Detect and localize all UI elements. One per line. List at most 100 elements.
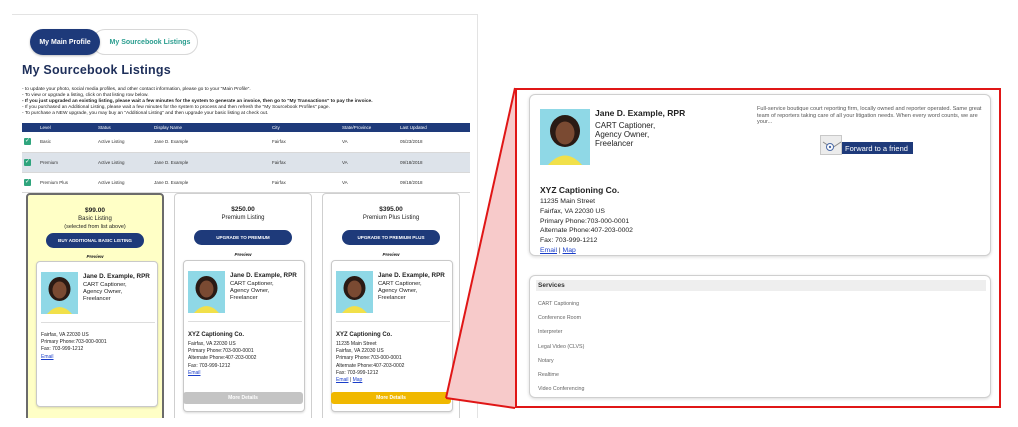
- instruction-line: - To purchase a NEW upgrade, you may buy…: [22, 111, 269, 116]
- upgrade-to-premium-button[interactable]: UPGRADE TO PREMIUM: [194, 230, 292, 245]
- card-basic-listing: $99.00 Basic Listing (selected from list…: [26, 193, 164, 418]
- card-tier: Premium Plus Listing: [362, 215, 420, 221]
- services-panel: Services CART Captioning Conference Room…: [529, 275, 991, 398]
- cell-last-updated: 09/18/2018: [398, 172, 470, 193]
- list-item: Realtime: [538, 372, 559, 379]
- cell-status: Active Listing: [96, 132, 152, 153]
- table-header-row: Level Status Display Name City State/Pro…: [22, 123, 470, 132]
- cell-last-updated: 05/23/2018: [398, 132, 470, 153]
- forward-to-friend-button[interactable]: Forward to a friend: [820, 133, 913, 155]
- contact-line: Fax: 703-999-1212: [41, 346, 84, 353]
- zoom-company: XYZ Captioning Co.: [540, 185, 620, 195]
- card-tier: Premium Listing: [221, 215, 265, 221]
- cell-state: VA: [340, 152, 398, 173]
- tab-main-profile[interactable]: My Main Profile: [30, 29, 100, 55]
- services-list: CART Captioning Conference Room Interpre…: [538, 297, 584, 396]
- map-link[interactable]: Map: [353, 377, 363, 383]
- profile-photo: [540, 109, 590, 165]
- preview-contact: Fairfax, VA 22030 US Primary Phone:703-0…: [188, 341, 256, 377]
- more-details-button[interactable]: More Details: [331, 392, 451, 404]
- tab-sourcebook-listings[interactable]: My Sourcebook Listings: [92, 29, 198, 55]
- contact-line: Primary Phone:703-000-0001: [188, 348, 254, 355]
- list-item: CART Captioning: [538, 301, 580, 307]
- cell-level: Basic: [38, 132, 96, 153]
- upgrade-to-premium-plus-button[interactable]: UPGRADE TO PREMIUM PLUS: [342, 230, 440, 245]
- cell-display-name: Jane D. Example: [152, 172, 270, 193]
- preview-name: Jane D. Example, RPR: [83, 273, 150, 280]
- card-premium-plus-listing: $395.00 Premium Plus Listing UPGRADE TO …: [322, 193, 460, 418]
- contact-line: Alternate Phone:407-203-0002: [336, 362, 405, 369]
- preview-contact: Fairfax, VA 22030 US Primary Phone:703-0…: [41, 332, 107, 361]
- forward-label: Forward to a friend: [840, 142, 913, 154]
- contact-line: Primary Phone:703-000-0001: [540, 217, 630, 225]
- preview-card: Jane D. Example, RPR CART Captioner, Age…: [36, 261, 158, 407]
- link-separator: |: [558, 246, 561, 254]
- list-item: Legal Video (CLVS): [538, 343, 585, 350]
- map-link[interactable]: Map: [563, 247, 576, 254]
- preview-label: Preview: [86, 254, 104, 259]
- contact-line: 11235 Main Street: [540, 198, 596, 205]
- preview-card: Jane D. Example, RPR CART Captioner, Age…: [183, 260, 305, 412]
- title-line: Freelancer: [595, 139, 634, 148]
- check-icon: ✓: [24, 178, 31, 186]
- contact-line: Alternate Phone:407-203-0002: [188, 355, 257, 362]
- contact-line: Fairfax, VA 22030 US: [540, 207, 605, 215]
- cell-city: Fairfax: [270, 132, 340, 153]
- zoom-titles: CART Captioner, Agency Owner, Freelancer: [595, 121, 655, 148]
- col-header-display-name: Display Name: [152, 123, 270, 132]
- table-row[interactable]: ✓ Basic Active Listing Jane D. Example F…: [22, 132, 470, 153]
- table-row[interactable]: ✓ Premium Active Listing Jane D. Example…: [22, 152, 470, 173]
- contact-line: Fairfax, VA 22030 US: [336, 348, 384, 355]
- cell-status: Active Listing: [96, 152, 152, 173]
- cell-state: VA: [340, 172, 398, 193]
- cell-status: Active Listing: [96, 172, 152, 193]
- preview-titles: CART Captioner, Agency Owner, Freelancer: [378, 281, 422, 302]
- cell-level: Premium Plus: [38, 172, 96, 193]
- instructions: - to update your photo, social media pro…: [22, 87, 472, 117]
- zoom-name: Jane D. Example, RPR: [595, 108, 686, 118]
- email-link[interactable]: Email: [41, 354, 54, 360]
- contact-line: Fax: 703-999-1212: [336, 369, 379, 376]
- cell-display-name: Jane D. Example: [152, 132, 270, 153]
- divider: [41, 322, 155, 323]
- more-details-button[interactable]: More Details: [183, 392, 303, 404]
- preview-titles: CART Captioner, Agency Owner, Freelancer: [230, 281, 274, 302]
- profile-photo: [336, 271, 373, 313]
- card-tier: Basic Listing: [78, 216, 112, 222]
- contact-line: Primary Phone:703-000-0001: [41, 339, 107, 346]
- listings-table: Level Status Display Name City State/Pro…: [22, 123, 470, 193]
- table-row[interactable]: ✓ Premium Plus Active Listing Jane D. Ex…: [22, 172, 470, 193]
- zoom-contact: 11235 Main Street Fairfax, VA 22030 US P…: [540, 197, 633, 256]
- check-icon: ✓: [24, 138, 31, 146]
- contact-line: 11235 Main Street: [336, 341, 377, 347]
- cell-state: VA: [340, 132, 398, 153]
- cell-city: Fairfax: [270, 172, 340, 193]
- card-price: $395.00: [379, 206, 403, 213]
- profile-tabs: My Main Profile My Sourcebook Listings: [30, 29, 198, 55]
- page-title: My Sourcebook Listings: [22, 63, 171, 77]
- col-header-last-updated: Last Updated: [398, 123, 470, 132]
- email-link[interactable]: Email: [540, 247, 557, 254]
- cell-last-updated: 09/18/2018: [398, 152, 470, 173]
- zoom-description: Full-service boutique court reporting fi…: [757, 106, 982, 126]
- col-header-level: Level: [38, 123, 96, 132]
- preview-label: Preview: [234, 252, 252, 257]
- card-premium-listing: $250.00 Premium Listing UPGRADE TO PREMI…: [174, 193, 312, 418]
- title-line: CART Captioner,: [230, 281, 274, 287]
- email-link[interactable]: Email: [336, 377, 349, 383]
- envelope-at-icon: [820, 135, 842, 155]
- email-link[interactable]: Email: [188, 370, 201, 376]
- list-item: Notary: [538, 357, 554, 364]
- title-line: Agency Owner,: [230, 288, 270, 294]
- sourcebook-page: My Main Profile My Sourcebook Listings M…: [12, 14, 478, 418]
- list-item: Interpreter: [538, 329, 563, 336]
- zoom-profile-card: Jane D. Example, RPR CART Captioner, Age…: [529, 94, 991, 256]
- preview-card: Jane D. Example, RPR CART Captioner, Age…: [331, 260, 453, 412]
- buy-additional-basic-button[interactable]: BUY ADDITIONAL BASIC LISTING: [46, 233, 144, 248]
- col-header-status: Status: [96, 123, 152, 132]
- col-header-city: City: [270, 123, 340, 132]
- card-tier-note: (selected from list above): [64, 224, 126, 230]
- preview-titles: CART Captioner, Agency Owner, Freelancer: [83, 282, 127, 303]
- contact-line: Alternate Phone:407-203-0002: [540, 227, 633, 235]
- preview-name: Jane D. Example, RPR: [230, 272, 297, 279]
